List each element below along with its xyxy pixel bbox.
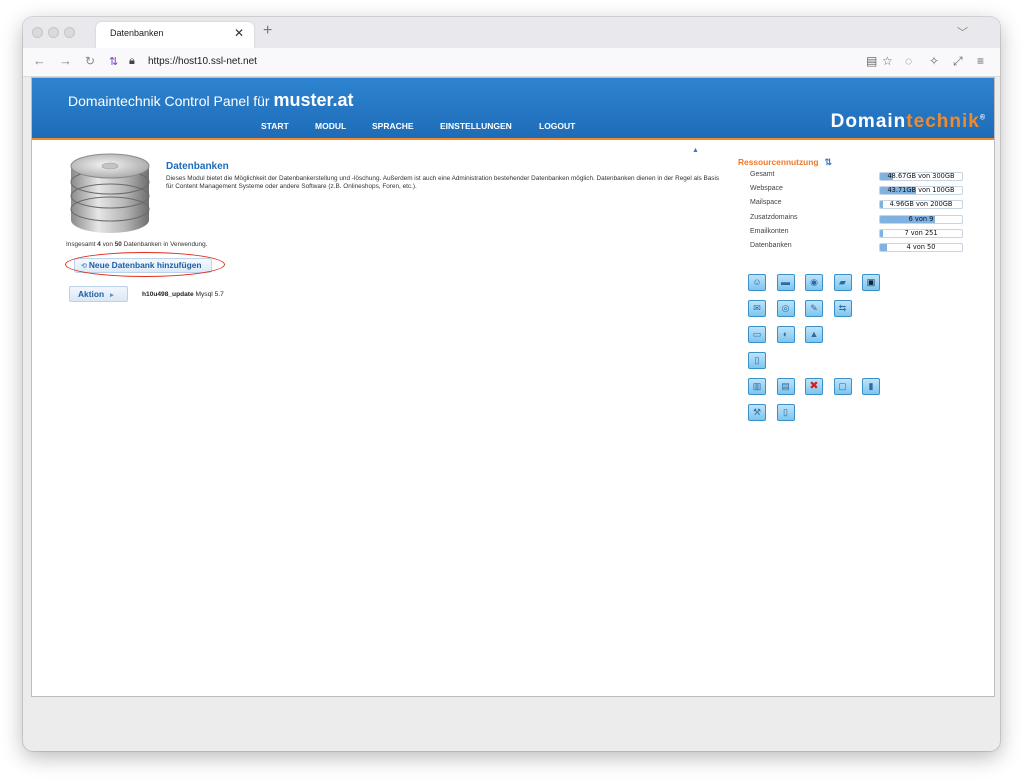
- minimize-window-button[interactable]: [48, 27, 59, 38]
- resource-bar: 4 von 50: [879, 243, 963, 252]
- reader-view-icon[interactable]: ▤: [866, 54, 877, 68]
- resource-label: Datenbanken: [750, 242, 792, 249]
- domaintechnik-logo: Domaintechnik®: [830, 111, 986, 132]
- tab-title: Datenbanken: [110, 28, 164, 38]
- shield-icon[interactable]: ◌: [905, 54, 912, 68]
- reload-icon[interactable]: ↻: [85, 54, 95, 68]
- menu-logout[interactable]: LOGOUT: [539, 121, 575, 131]
- module-description: Dieses Modul bietet die Möglichkeit der …: [166, 175, 720, 191]
- action-button[interactable]: Aktion ▸: [69, 286, 128, 302]
- resource-label: Webspace: [750, 185, 783, 193]
- arrow-right-icon: ▸: [110, 292, 114, 299]
- usage-summary: Insgesamt 4 von 50 Datenbanken in Verwen…: [66, 241, 208, 248]
- resource-label: Gesamt: [750, 171, 775, 178]
- transfer-icon[interactable]: ⇆: [833, 300, 852, 317]
- database-stack-icon: [70, 153, 150, 233]
- monitor-icon[interactable]: ▭: [748, 326, 766, 343]
- notes-icon[interactable]: ▯: [776, 404, 795, 421]
- refresh-icon: ⟲: [81, 263, 87, 270]
- resource-bar: 6 von 9: [879, 214, 963, 224]
- menu-sprache[interactable]: SPRACHE: [372, 121, 414, 131]
- resource-value: 48.67GB von 300GB: [887, 172, 955, 180]
- envelope-icon[interactable]: ✎: [805, 300, 823, 317]
- tab-close-icon[interactable]: ✕: [234, 26, 244, 40]
- menu-modul[interactable]: MODUL: [315, 121, 346, 131]
- panel-title: Domaintechnik Control Panel für muster.a…: [68, 90, 354, 110]
- close-window-button[interactable]: [32, 27, 43, 38]
- resource-bar: 4.96GB von 200GB: [879, 200, 963, 210]
- folder-icon[interactable]: ▬: [776, 274, 795, 291]
- lock-icon[interactable]: ▲: [805, 326, 823, 343]
- resource-label: Mailspace: [750, 199, 782, 207]
- bookmark-star-icon[interactable]: ☆: [882, 54, 893, 68]
- mail-icon[interactable]: ✉: [748, 300, 766, 317]
- tab-list-icon[interactable]: ﹀: [957, 24, 968, 40]
- resource-value: 6 von 9: [908, 214, 934, 223]
- globe-icon[interactable]: ◐: [776, 326, 795, 343]
- browser-window: Datenbanken ✕ + ﹀ ← → ↻ ⇅ 🔒︎ https://hos…: [23, 17, 1000, 751]
- header-banner: Domaintechnik Control Panel für muster.a…: [32, 78, 994, 138]
- resource-bar: 43.71GB von 100GB: [879, 186, 963, 196]
- domain-name: muster.at: [273, 90, 354, 110]
- page-content: Domaintechnik Control Panel für muster.a…: [31, 77, 995, 697]
- delete-icon[interactable]: ✖: [805, 378, 823, 395]
- collapse-icon[interactable]: ▲: [692, 147, 699, 154]
- lock-icon: 🔒︎: [129, 55, 135, 67]
- folder-open-icon[interactable]: ▰: [833, 274, 852, 291]
- document-icon[interactable]: ▯: [748, 352, 766, 369]
- server-icon[interactable]: ▥: [748, 378, 766, 395]
- terminal-icon[interactable]: ▣: [862, 274, 880, 291]
- resource-usage-title: Ressourcennutzung ⇅: [738, 157, 833, 167]
- menu-einstellungen[interactable]: EINSTELLUNGEN: [440, 121, 512, 131]
- menu-icon[interactable]: ≡: [977, 54, 984, 68]
- database-entry: h10u498_update Mysql 5.7: [142, 291, 224, 298]
- back-icon[interactable]: ←: [33, 54, 46, 68]
- resource-label: Zusatzdomains: [750, 213, 798, 221]
- film-icon[interactable]: ▤: [776, 378, 795, 395]
- resource-value: 4.96GB von 200GB: [889, 200, 953, 209]
- resource-value: 7 von 251: [904, 228, 938, 237]
- add-database-button[interactable]: ⟲ Neue Datenbank hinzufügen: [74, 258, 212, 273]
- user-icon[interactable]: ☺: [748, 274, 766, 291]
- tab-bar: Datenbanken ✕ + ﹀: [23, 17, 1000, 48]
- resource-value: 43.71GB von 100GB: [887, 186, 955, 195]
- refresh-resources-icon[interactable]: ⇅: [825, 157, 833, 167]
- chart-icon[interactable]: ▮: [862, 378, 880, 395]
- page-icon[interactable]: ▢: [833, 378, 852, 395]
- permissions-icon[interactable]: ⇅: [109, 55, 118, 68]
- menu-start[interactable]: START: [261, 121, 289, 131]
- page-title: Datenbanken: [166, 161, 229, 172]
- extensions-icon[interactable]: ✧: [929, 54, 939, 68]
- navigation-bar: ← → ↻ ⇅ 🔒︎ https://host10.ssl-net.net ▤ …: [23, 48, 1000, 77]
- bulb-icon[interactable]: ◎: [776, 300, 795, 317]
- zoom-window-button[interactable]: [64, 27, 75, 38]
- fullscreen-icon[interactable]: ⤢: [953, 54, 963, 69]
- resource-label: Emailkonten: [750, 227, 789, 235]
- resource-bar: 7 von 251: [879, 228, 963, 238]
- new-tab-button[interactable]: +: [263, 22, 272, 40]
- tools-icon[interactable]: ⚒: [748, 404, 766, 421]
- resource-bar: 48.67GB von 300GB: [879, 172, 963, 181]
- resource-value: 4 von 50: [906, 243, 936, 251]
- tab-datenbanken[interactable]: Datenbanken ✕: [96, 22, 254, 48]
- database-icon[interactable]: ◉: [805, 274, 823, 291]
- banner-divider: [32, 138, 994, 140]
- address-bar[interactable]: https://host10.ssl-net.net: [148, 56, 257, 67]
- forward-icon[interactable]: →: [59, 54, 72, 68]
